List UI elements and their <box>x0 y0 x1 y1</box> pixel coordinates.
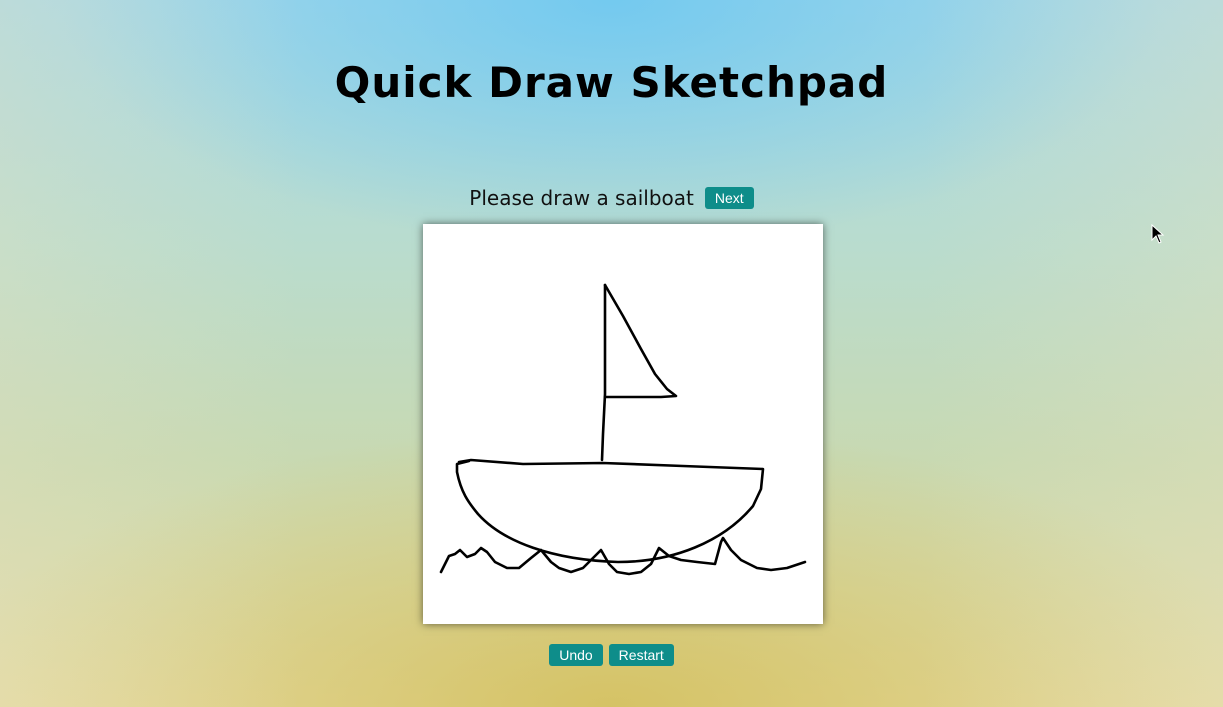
waves-stroke <box>439 536 807 576</box>
drawing-canvas[interactable] <box>423 224 823 624</box>
undo-button[interactable]: Undo <box>549 644 603 666</box>
mouse-pointer-icon <box>1151 223 1165 248</box>
prompt-row: Please draw a sailboat Next <box>0 186 1223 210</box>
page-title: Quick Draw Sketchpad <box>334 58 889 107</box>
hull-stroke <box>455 458 765 564</box>
sail-stroke <box>603 283 678 399</box>
restart-button[interactable]: Restart <box>608 644 674 666</box>
bottom-controls: Undo Restart <box>0 644 1223 666</box>
next-button[interactable]: Next <box>704 187 754 209</box>
drawing-prompt: Please draw a sailboat <box>469 186 694 210</box>
mast-stroke <box>600 283 607 462</box>
sketch-svg <box>439 283 807 576</box>
